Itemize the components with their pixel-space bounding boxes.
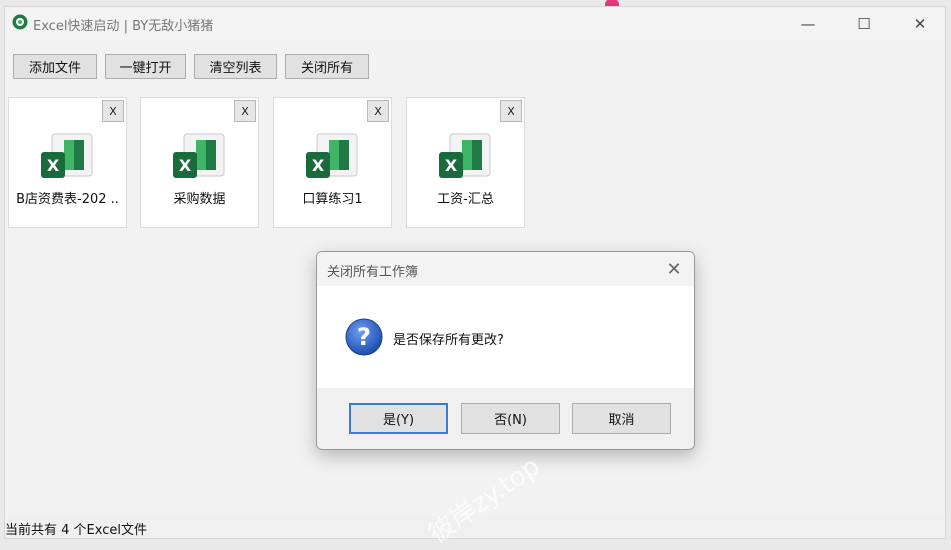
close-window-button[interactable]: ✕	[897, 7, 943, 41]
remove-file-button[interactable]: X	[234, 100, 256, 122]
question-icon: ?	[345, 318, 383, 356]
open-all-button[interactable]: 一键打开	[105, 54, 186, 79]
dialog-title: 关闭所有工作簿	[327, 265, 419, 280]
file-card[interactable]: X X 工资-汇总	[406, 97, 525, 228]
file-card[interactable]: X X 采购数据	[140, 97, 259, 228]
yes-button[interactable]: 是(Y)	[349, 403, 448, 434]
status-bar: 当前共有 4 个Excel文件	[5, 516, 945, 538]
remove-file-button[interactable]: X	[500, 100, 522, 122]
excel-file-icon: X	[173, 133, 225, 178]
file-card[interactable]: X X B店资费表-202 ..	[8, 97, 127, 228]
remove-file-button[interactable]: X	[102, 100, 124, 122]
file-name: 采购数据	[173, 192, 226, 207]
add-file-button[interactable]: 添加文件	[13, 54, 97, 79]
file-name: B店资费表-202 ..	[16, 192, 119, 207]
maximize-icon: ☐	[857, 15, 871, 33]
svg-text:X: X	[312, 156, 325, 175]
file-name: 工资-汇总	[437, 192, 494, 207]
minimize-button[interactable]: —	[785, 7, 831, 41]
excel-file-icon: X	[439, 133, 491, 178]
no-button[interactable]: 否(N)	[461, 403, 560, 434]
remove-file-button[interactable]: X	[367, 100, 389, 122]
dialog-close-button[interactable]: ✕	[662, 257, 686, 281]
excel-file-icon: X	[306, 133, 358, 178]
title-bar: Excel快速启动 | BY无敌小猪猪 — ☐ ✕	[5, 7, 945, 41]
status-text: 当前共有 4 个Excel文件	[5, 523, 147, 538]
cancel-button[interactable]: 取消	[572, 403, 671, 434]
close-icon: ✕	[666, 258, 682, 280]
close-icon: ✕	[913, 15, 927, 33]
dialog-message: 是否保存所有更改?	[393, 333, 504, 348]
svg-text:X: X	[179, 156, 192, 175]
close-all-button[interactable]: 关闭所有	[285, 54, 369, 79]
file-card[interactable]: X X 口算练习1	[273, 97, 392, 228]
svg-text:?: ?	[357, 323, 371, 351]
app-logo-icon	[12, 14, 28, 30]
close-all-dialog: 关闭所有工作簿 ✕ ? 是否保存所有更改? 是(Y) 否(N) 取消	[316, 251, 695, 450]
maximize-button[interactable]: ☐	[841, 7, 887, 41]
minimize-icon: —	[800, 15, 816, 33]
dialog-body: ? 是否保存所有更改?	[317, 286, 694, 388]
svg-text:X: X	[445, 156, 458, 175]
excel-file-icon: X	[41, 133, 93, 178]
dialog-title-bar: 关闭所有工作簿 ✕	[317, 252, 694, 286]
file-name: 口算练习1	[302, 192, 363, 207]
window-title: Excel快速启动 | BY无敌小猪猪	[33, 19, 214, 34]
svg-text:X: X	[47, 156, 60, 175]
clear-list-button[interactable]: 清空列表	[194, 54, 277, 79]
